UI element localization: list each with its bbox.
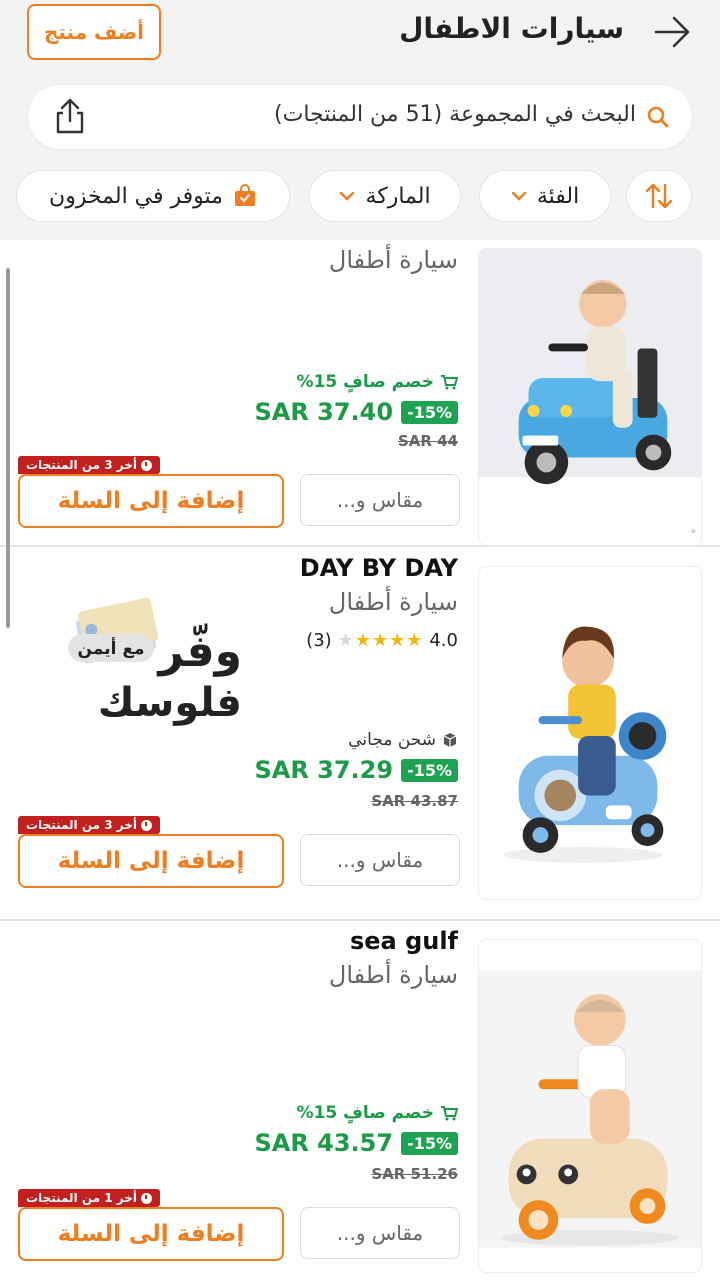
- stock-tag: أخر 3 من المنتجات: [18, 816, 161, 834]
- in-stock-filter[interactable]: متوفر في المخزون: [16, 170, 290, 222]
- discount-badge: 15%-: [401, 400, 458, 424]
- discount-badge: 15%-: [401, 1131, 458, 1155]
- promo-text: خصم صافٍ 15%: [296, 372, 434, 392]
- product-name[interactable]: سيارة أطفال: [329, 246, 458, 274]
- product-photo-kids-car: [479, 567, 701, 899]
- category-filter[interactable]: الفئة: [479, 170, 611, 222]
- star-rating-icon: ★★★★★: [337, 630, 424, 651]
- size-select-button[interactable]: مقاس و...: [300, 834, 460, 886]
- sort-button[interactable]: [626, 170, 692, 222]
- clock-icon: [141, 1192, 153, 1204]
- price-row: 15%- SAR 43.57: [254, 1129, 458, 1157]
- add-product-button[interactable]: أضف منتج: [27, 4, 161, 60]
- stock-tag: أخر 3 من المنتجات: [18, 456, 161, 474]
- product-name[interactable]: سيارة أطفال: [329, 961, 458, 989]
- rating: 4.0 ★★★★★ (3): [306, 630, 458, 651]
- old-price: SAR 43.87: [371, 792, 458, 810]
- promo-label: خصم صافٍ 15%: [297, 1103, 458, 1123]
- page: أضف منتج سيارات الاطفال البحث في المجموع…: [0, 0, 720, 1280]
- old-price: SAR 51.26: [371, 1165, 458, 1183]
- search-icon: [647, 106, 669, 128]
- clock-icon: [141, 459, 153, 471]
- price-row: 15%- SAR 37.40: [254, 398, 458, 426]
- cart-icon: [441, 1106, 458, 1121]
- product-photo-cream-ride-on: [479, 940, 701, 1272]
- discount-badge: 15%-: [401, 758, 458, 782]
- promo-ad-banner[interactable]: مع أيمن وفّر فلوسك: [60, 596, 250, 736]
- scrollbar[interactable]: [6, 268, 10, 628]
- search-bar[interactable]: البحث في المجموعة (51 من المنتجات): [28, 85, 692, 149]
- svg-text:✦: ✦: [689, 527, 697, 538]
- shipping-text: شحن مجاني: [348, 730, 436, 750]
- product-card[interactable]: DAY BY DAY سيارة أطفال 4.0 ★★★★★ (3) مع …: [0, 548, 720, 921]
- price: SAR 37.40: [254, 398, 394, 426]
- in-stock-filter-label: متوفر في المخزون: [49, 183, 223, 209]
- product-list: ✦ سيارة أطفال خصم صافٍ 15% 15%- SAR 37.4…: [0, 240, 720, 1280]
- sort-icon: [645, 183, 673, 209]
- product-brand[interactable]: sea gulf: [350, 927, 458, 955]
- filter-bar: الفئة الماركة متوفر في المخزون: [0, 170, 720, 222]
- price-row: 15%- SAR 37.29: [254, 756, 458, 784]
- add-to-cart-button[interactable]: إضافة إلى السلة: [18, 1207, 284, 1261]
- chevron-down-icon: [340, 191, 355, 201]
- product-image[interactable]: [478, 939, 702, 1273]
- header: أضف منتج سيارات الاطفال البحث في المجموع…: [0, 0, 720, 240]
- product-name[interactable]: سيارة أطفال: [329, 588, 458, 616]
- price: SAR 43.57: [254, 1129, 394, 1157]
- product-card[interactable]: sea gulf سيارة أطفال خصم صافٍ 15% 15%- S…: [0, 921, 720, 1280]
- promo-text: خصم صافٍ 15%: [296, 1103, 434, 1123]
- ad-title: وفّر: [156, 624, 242, 677]
- product-brand[interactable]: DAY BY DAY: [300, 554, 458, 582]
- add-to-cart-button[interactable]: إضافة إلى السلة: [18, 474, 284, 528]
- stock-text: أخر 3 من المنتجات: [26, 818, 138, 832]
- ad-subtitle: فلوسك: [98, 680, 242, 726]
- size-select-button[interactable]: مقاس و...: [300, 1207, 460, 1259]
- add-to-cart-button[interactable]: إضافة إلى السلة: [18, 834, 284, 888]
- back-arrow-icon[interactable]: [652, 14, 692, 50]
- rating-value: 4.0: [429, 630, 458, 651]
- product-photo-blue-ride-on-car: ✦: [479, 249, 701, 545]
- search-input[interactable]: البحث في المجموعة (51 من المنتجات): [274, 102, 636, 127]
- old-price: SAR 44: [397, 432, 458, 450]
- stock-tag: أخر 1 من المنتجات: [18, 1189, 161, 1207]
- category-filter-label: الفئة: [536, 183, 580, 209]
- product-card[interactable]: ✦ سيارة أطفال خصم صافٍ 15% 15%- SAR 37.4…: [0, 240, 720, 547]
- product-image[interactable]: ✦: [478, 248, 702, 546]
- brand-filter[interactable]: الماركة: [309, 170, 461, 222]
- stock-text: أخر 1 من المنتجات: [26, 1191, 138, 1205]
- ad-badge: مع أيمن: [78, 637, 145, 659]
- cart-icon: [441, 375, 458, 390]
- brand-filter-label: الماركة: [365, 183, 431, 209]
- price: SAR 37.29: [254, 756, 394, 784]
- clock-icon: [141, 819, 153, 831]
- shopping-bag-icon: [234, 184, 255, 206]
- page-title: سيارات الاطفال: [399, 12, 624, 45]
- size-select-button[interactable]: مقاس و...: [300, 474, 460, 526]
- product-image[interactable]: [478, 566, 702, 900]
- share-icon[interactable]: [54, 97, 86, 135]
- stock-text: أخر 3 من المنتجات: [26, 458, 138, 472]
- chevron-down-icon: [511, 191, 527, 201]
- promo-label: خصم صافٍ 15%: [297, 372, 458, 392]
- shipping-label: شحن مجاني: [348, 730, 458, 750]
- box-icon: [443, 733, 457, 747]
- review-count: (3): [306, 630, 332, 651]
